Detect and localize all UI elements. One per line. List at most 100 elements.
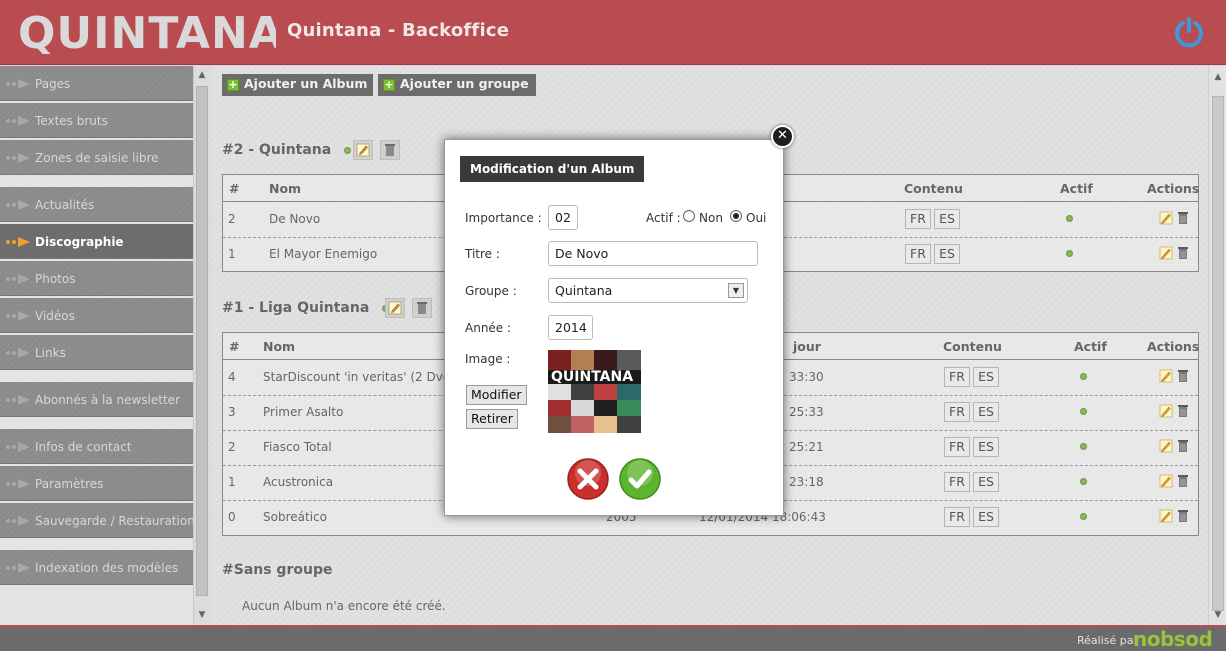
titre-input[interactable]: De Novo: [548, 241, 758, 266]
groupe-select[interactable]: Quintana ▼: [548, 278, 748, 303]
sidebar-scrollbar[interactable]: ▲ ▼: [193, 66, 210, 625]
sidebar-scroll-thumb[interactable]: [196, 86, 208, 596]
chevron-down-icon[interactable]: ▼: [728, 283, 744, 298]
row-updated: 25:33: [789, 405, 824, 419]
scroll-down-icon[interactable]: ▼: [197, 610, 207, 620]
edit-group-button[interactable]: [385, 298, 405, 318]
sidebar-item[interactable]: Discographie: [0, 224, 193, 259]
sidebar-item[interactable]: Textes bruts: [0, 103, 193, 138]
row-num: 3: [228, 405, 236, 419]
retirer-button[interactable]: Retirer: [466, 409, 518, 429]
trash-icon[interactable]: [1176, 439, 1190, 453]
trash-icon[interactable]: [1176, 474, 1190, 488]
scroll-down-icon[interactable]: ▼: [1213, 610, 1223, 620]
active-dot-icon: [1080, 373, 1087, 380]
col-header-content: Contenu: [904, 181, 963, 196]
sidebar-item[interactable]: Paramètres: [0, 466, 193, 501]
row-name: Primer Asalto: [263, 405, 344, 419]
trash-icon[interactable]: [1176, 211, 1190, 225]
radio-non[interactable]: [683, 210, 695, 222]
lang-fr-button[interactable]: FR: [944, 367, 970, 387]
delete-group-button[interactable]: [380, 140, 400, 160]
footer-credit: Réalisé par: [1077, 634, 1139, 647]
scroll-up-icon[interactable]: ▲: [1213, 72, 1223, 82]
add-album-button[interactable]: + Ajouter un Album: [222, 74, 373, 96]
pencil-icon[interactable]: [1159, 439, 1173, 453]
lang-es-button[interactable]: ES: [973, 402, 999, 422]
sidebar-item[interactable]: Photos: [0, 261, 193, 296]
add-group-button[interactable]: + Ajouter un groupe: [378, 74, 536, 96]
lang-es-button[interactable]: ES: [973, 437, 999, 457]
sidebar-item[interactable]: Abonnés à la newsletter: [0, 382, 193, 417]
lang-fr-button[interactable]: FR: [905, 244, 931, 264]
annee-input[interactable]: 2014: [548, 315, 593, 340]
sidebar-item[interactable]: Zones de saisie libre: [0, 140, 193, 175]
sidebar-item[interactable]: Actualités: [0, 187, 193, 222]
groupe-label: Groupe :: [465, 284, 517, 298]
pencil-icon[interactable]: [1159, 369, 1173, 383]
confirm-icon[interactable]: [619, 458, 661, 500]
lang-fr-button[interactable]: FR: [944, 402, 970, 422]
lang-es-button[interactable]: ES: [973, 507, 999, 527]
active-dot-icon: [1080, 478, 1087, 485]
cancel-icon[interactable]: [567, 458, 609, 500]
pencil-icon[interactable]: [1159, 246, 1173, 260]
lang-fr-button[interactable]: FR: [944, 437, 970, 457]
group-title: #2 - Quintana: [222, 142, 352, 158]
importance-input[interactable]: 02: [548, 205, 578, 230]
lang-fr-button[interactable]: FR: [944, 472, 970, 492]
col-header-num: #: [229, 339, 240, 354]
sidebar-item[interactable]: Infos de contact: [0, 429, 193, 464]
lang-fr-button[interactable]: FR: [905, 209, 931, 229]
lang-es-button[interactable]: ES: [973, 472, 999, 492]
modifier-button[interactable]: Modifier: [466, 385, 527, 405]
radio-oui[interactable]: [730, 210, 742, 222]
sidebar-item[interactable]: Links: [0, 335, 193, 370]
radio-oui-label[interactable]: Oui: [746, 211, 766, 225]
arrow-right-icon: [6, 274, 30, 284]
edit-group-button[interactable]: [353, 140, 373, 160]
sidebar-item[interactable]: Vidéos: [0, 298, 193, 333]
arrow-right-icon: [6, 311, 30, 321]
arrow-right-icon: [6, 79, 30, 89]
row-updated: 25:21: [789, 440, 824, 454]
pencil-icon[interactable]: [1159, 474, 1173, 488]
actif-label: Actif :: [646, 211, 681, 225]
row-num: 1: [228, 475, 236, 489]
row-num: 0: [228, 510, 236, 524]
trash-icon[interactable]: [1176, 509, 1190, 523]
radio-non-label[interactable]: Non: [699, 211, 723, 225]
sidebar-item-label: Actualités: [35, 198, 95, 212]
arrow-right-icon: [6, 479, 30, 489]
delete-group-button[interactable]: [412, 298, 432, 318]
trash-icon: [385, 144, 395, 156]
arrow-right-icon: [6, 200, 30, 210]
col-header-actions: Actions: [1147, 339, 1200, 354]
sidebar-item-label: Pages: [35, 77, 71, 91]
pencil-icon[interactable]: [1159, 211, 1173, 225]
row-name: De Novo: [269, 212, 321, 226]
nobsod-logo[interactable]: nobsod: [1133, 627, 1213, 651]
main-scroll-thumb[interactable]: [1212, 96, 1224, 611]
trash-icon[interactable]: [1176, 246, 1190, 260]
main-scrollbar[interactable]: ▲ ▼: [1208, 66, 1226, 625]
arrow-right-icon: [6, 348, 30, 358]
arrow-right-icon: [6, 237, 30, 247]
pencil-icon[interactable]: [1159, 509, 1173, 523]
trash-icon[interactable]: [1176, 369, 1190, 383]
pencil-icon: [388, 301, 402, 315]
lang-es-button[interactable]: ES: [934, 209, 960, 229]
sidebar-item[interactable]: Indexation des modèles: [0, 550, 193, 585]
arrow-right-icon: [6, 116, 30, 126]
lang-es-button[interactable]: ES: [973, 367, 999, 387]
lang-fr-button[interactable]: FR: [944, 507, 970, 527]
trash-icon[interactable]: [1176, 404, 1190, 418]
sidebar-item[interactable]: Sauvegarde / Restauration: [0, 503, 193, 538]
pencil-icon[interactable]: [1159, 404, 1173, 418]
sidebar-item[interactable]: Pages: [0, 66, 193, 101]
lang-es-button[interactable]: ES: [934, 244, 960, 264]
close-icon[interactable]: ✕: [771, 125, 794, 148]
group-title: #Sans groupe: [222, 562, 333, 578]
scroll-up-icon[interactable]: ▲: [197, 70, 207, 80]
power-icon[interactable]: [1172, 15, 1206, 49]
